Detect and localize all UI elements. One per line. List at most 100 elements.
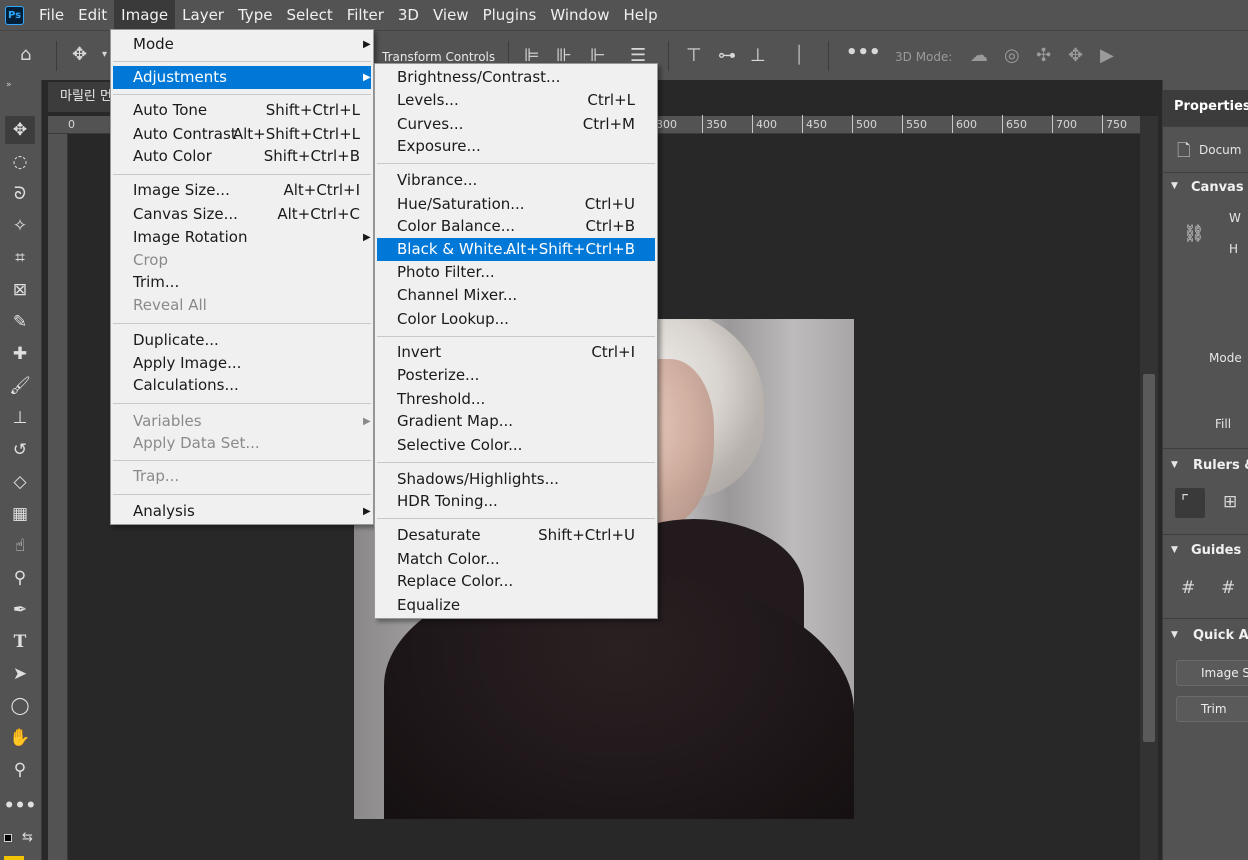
- menu-item-auto-color[interactable]: Auto Color Shift+Ctrl+B: [113, 145, 371, 168]
- chevron-down-icon[interactable]: ▾: [102, 49, 107, 60]
- chevron-down-icon[interactable]: ▼: [1171, 460, 1178, 470]
- brush-tool-icon[interactable]: 🖌: [5, 372, 35, 400]
- history-brush-tool-icon[interactable]: ↺: [5, 436, 35, 464]
- menu-item-adjustments[interactable]: Adjustments ▶: [113, 66, 371, 89]
- menu-item-threshold[interactable]: Threshold...: [377, 388, 655, 411]
- menu-item-posterize[interactable]: Posterize...: [377, 364, 655, 387]
- home-icon[interactable]: ⌂: [20, 44, 31, 65]
- align-bottom-icon[interactable]: ⊥: [750, 45, 766, 66]
- 3d-slide-icon[interactable]: ✥: [1068, 45, 1083, 66]
- menu-image[interactable]: Image: [114, 0, 176, 30]
- menu-item-canvas-size[interactable]: Canvas Size... Alt+Ctrl+C: [113, 203, 371, 226]
- menu-3d[interactable]: 3D: [391, 0, 426, 30]
- align-middle-icon[interactable]: ⊶: [718, 45, 736, 66]
- crop-tool-icon[interactable]: ⌗: [5, 244, 35, 272]
- link-icon[interactable]: ⛓: [1183, 224, 1205, 244]
- menu-edit[interactable]: Edit: [71, 0, 114, 30]
- menu-filter[interactable]: Filter: [340, 0, 391, 30]
- menu-item-invert[interactable]: Invert Ctrl+I: [377, 341, 655, 364]
- hand-tool-icon[interactable]: ✋: [5, 724, 35, 752]
- menu-item-replace-color[interactable]: Replace Color...: [377, 570, 655, 593]
- chevron-down-icon[interactable]: ▼: [1171, 630, 1178, 640]
- 3d-scale-icon[interactable]: ▶: [1100, 45, 1114, 66]
- menu-item-gradient-map[interactable]: Gradient Map...: [377, 410, 655, 433]
- gradient-tool-icon[interactable]: ▦: [5, 500, 35, 528]
- menu-item-black-white[interactable]: Black & White... Alt+Shift+Ctrl+B: [377, 238, 655, 261]
- path-selection-tool-icon[interactable]: ➤: [5, 660, 35, 688]
- guides-section-header[interactable]: Guides: [1191, 543, 1241, 558]
- lock-guides-icon[interactable]: #: [1221, 578, 1235, 598]
- menu-item-vibrance[interactable]: Vibrance...: [377, 169, 655, 192]
- type-tool-icon[interactable]: T: [5, 628, 35, 656]
- chevron-down-icon[interactable]: ▼: [1171, 545, 1178, 555]
- menu-layer[interactable]: Layer: [175, 0, 231, 30]
- healing-brush-tool-icon[interactable]: ✚: [5, 340, 35, 368]
- marquee-tool-icon[interactable]: ◌: [5, 148, 35, 176]
- menu-item-hue-saturation[interactable]: Hue/Saturation... Ctrl+U: [377, 193, 655, 216]
- menu-item-mode[interactable]: Mode ▶: [113, 33, 371, 56]
- menu-help[interactable]: Help: [616, 0, 664, 30]
- menu-file[interactable]: File: [32, 0, 71, 30]
- pen-tool-icon[interactable]: ✒: [5, 596, 35, 624]
- image-size-button[interactable]: Image S: [1176, 660, 1248, 686]
- menu-item-photo-filter[interactable]: Photo Filter...: [377, 261, 655, 284]
- rulers-grids-section-header[interactable]: Rulers &: [1193, 458, 1248, 473]
- grid-icon[interactable]: ⊞: [1223, 492, 1237, 512]
- clone-stamp-tool-icon[interactable]: ⊥: [5, 404, 35, 432]
- more-options-icon[interactable]: •••: [846, 42, 881, 63]
- collapse-icon[interactable]: »: [6, 80, 12, 90]
- menu-item-desaturate[interactable]: Desaturate Shift+Ctrl+U: [377, 524, 655, 547]
- menu-item-equalize[interactable]: Equalize: [377, 594, 655, 617]
- menu-window[interactable]: Window: [543, 0, 616, 30]
- quick-actions-section-header[interactable]: Quick Act: [1193, 628, 1248, 643]
- 3d-orbit-icon[interactable]: ☁: [970, 45, 988, 66]
- eraser-tool-icon[interactable]: ◇: [5, 468, 35, 496]
- menu-item-color-balance[interactable]: Color Balance... Ctrl+B: [377, 215, 655, 238]
- menu-plugins[interactable]: Plugins: [476, 0, 544, 30]
- menu-item-hdr-toning[interactable]: HDR Toning...: [377, 490, 655, 513]
- lasso-tool-icon[interactable]: ᘐ: [5, 180, 35, 208]
- ellipse-tool-icon[interactable]: ◯: [5, 692, 35, 720]
- menu-view[interactable]: View: [426, 0, 476, 30]
- distribute-vertical-icon[interactable]: ⏐: [794, 45, 804, 66]
- 3d-roll-icon[interactable]: ◎: [1004, 45, 1020, 66]
- rulers-toggle[interactable]: [1175, 488, 1205, 518]
- menu-item-color-lookup[interactable]: Color Lookup...: [377, 308, 655, 331]
- foreground-color-swatch[interactable]: [4, 834, 12, 842]
- tab-properties[interactable]: Properties: [1163, 90, 1248, 126]
- menu-item-levels[interactable]: Levels... Ctrl+L: [377, 89, 655, 112]
- menu-type[interactable]: Type: [231, 0, 279, 30]
- more-tools-icon[interactable]: •••: [4, 792, 37, 820]
- menu-item-image-size[interactable]: Image Size... Alt+Ctrl+I: [113, 179, 371, 202]
- move-tool-icon[interactable]: ✥: [5, 116, 35, 144]
- menu-item-image-rotation[interactable]: Image Rotation ▶: [113, 226, 371, 249]
- transform-controls-label[interactable]: Transform Controls: [382, 50, 495, 64]
- dodge-tool-icon[interactable]: ⚲: [5, 564, 35, 592]
- menu-item-shadows-highlights[interactable]: Shadows/Highlights...: [377, 468, 655, 491]
- menu-item-trim[interactable]: Trim...: [113, 271, 371, 294]
- menu-item-calculations[interactable]: Calculations...: [113, 374, 371, 397]
- align-top-icon[interactable]: ⊤: [686, 45, 702, 66]
- menu-item-auto-contrast[interactable]: Auto Contrast Alt+Shift+Ctrl+L: [113, 123, 371, 146]
- menu-item-channel-mixer[interactable]: Channel Mixer...: [377, 284, 655, 307]
- menu-item-brightness-contrast[interactable]: Brightness/Contrast...: [377, 66, 655, 89]
- scrollbar-thumb[interactable]: [1143, 374, 1155, 742]
- menu-item-curves[interactable]: Curves... Ctrl+M: [377, 113, 655, 136]
- menu-item-auto-tone[interactable]: Auto Tone Shift+Ctrl+L: [113, 99, 371, 122]
- trim-button[interactable]: Trim: [1176, 696, 1248, 722]
- chevron-down-icon[interactable]: ▼: [1171, 181, 1178, 191]
- quick-mask-icon[interactable]: [4, 856, 24, 860]
- magic-wand-tool-icon[interactable]: ✧: [5, 212, 35, 240]
- document-tab[interactable]: 마릴린 먼: [48, 82, 112, 112]
- move-tool-icon[interactable]: ✥: [72, 44, 87, 65]
- menu-item-exposure[interactable]: Exposure...: [377, 135, 655, 158]
- frame-tool-icon[interactable]: ⊠: [5, 276, 35, 304]
- 3d-pan-icon[interactable]: ✣: [1036, 45, 1051, 66]
- canvas-section-header[interactable]: Canvas: [1191, 180, 1244, 195]
- menu-item-selective-color[interactable]: Selective Color...: [377, 434, 655, 457]
- menu-item-apply-image[interactable]: Apply Image...: [113, 352, 371, 375]
- smudge-tool-icon[interactable]: ☝: [5, 532, 35, 560]
- menu-select[interactable]: Select: [279, 0, 339, 30]
- guides-icon[interactable]: #: [1181, 578, 1195, 598]
- eyedropper-tool-icon[interactable]: ✎: [5, 308, 35, 336]
